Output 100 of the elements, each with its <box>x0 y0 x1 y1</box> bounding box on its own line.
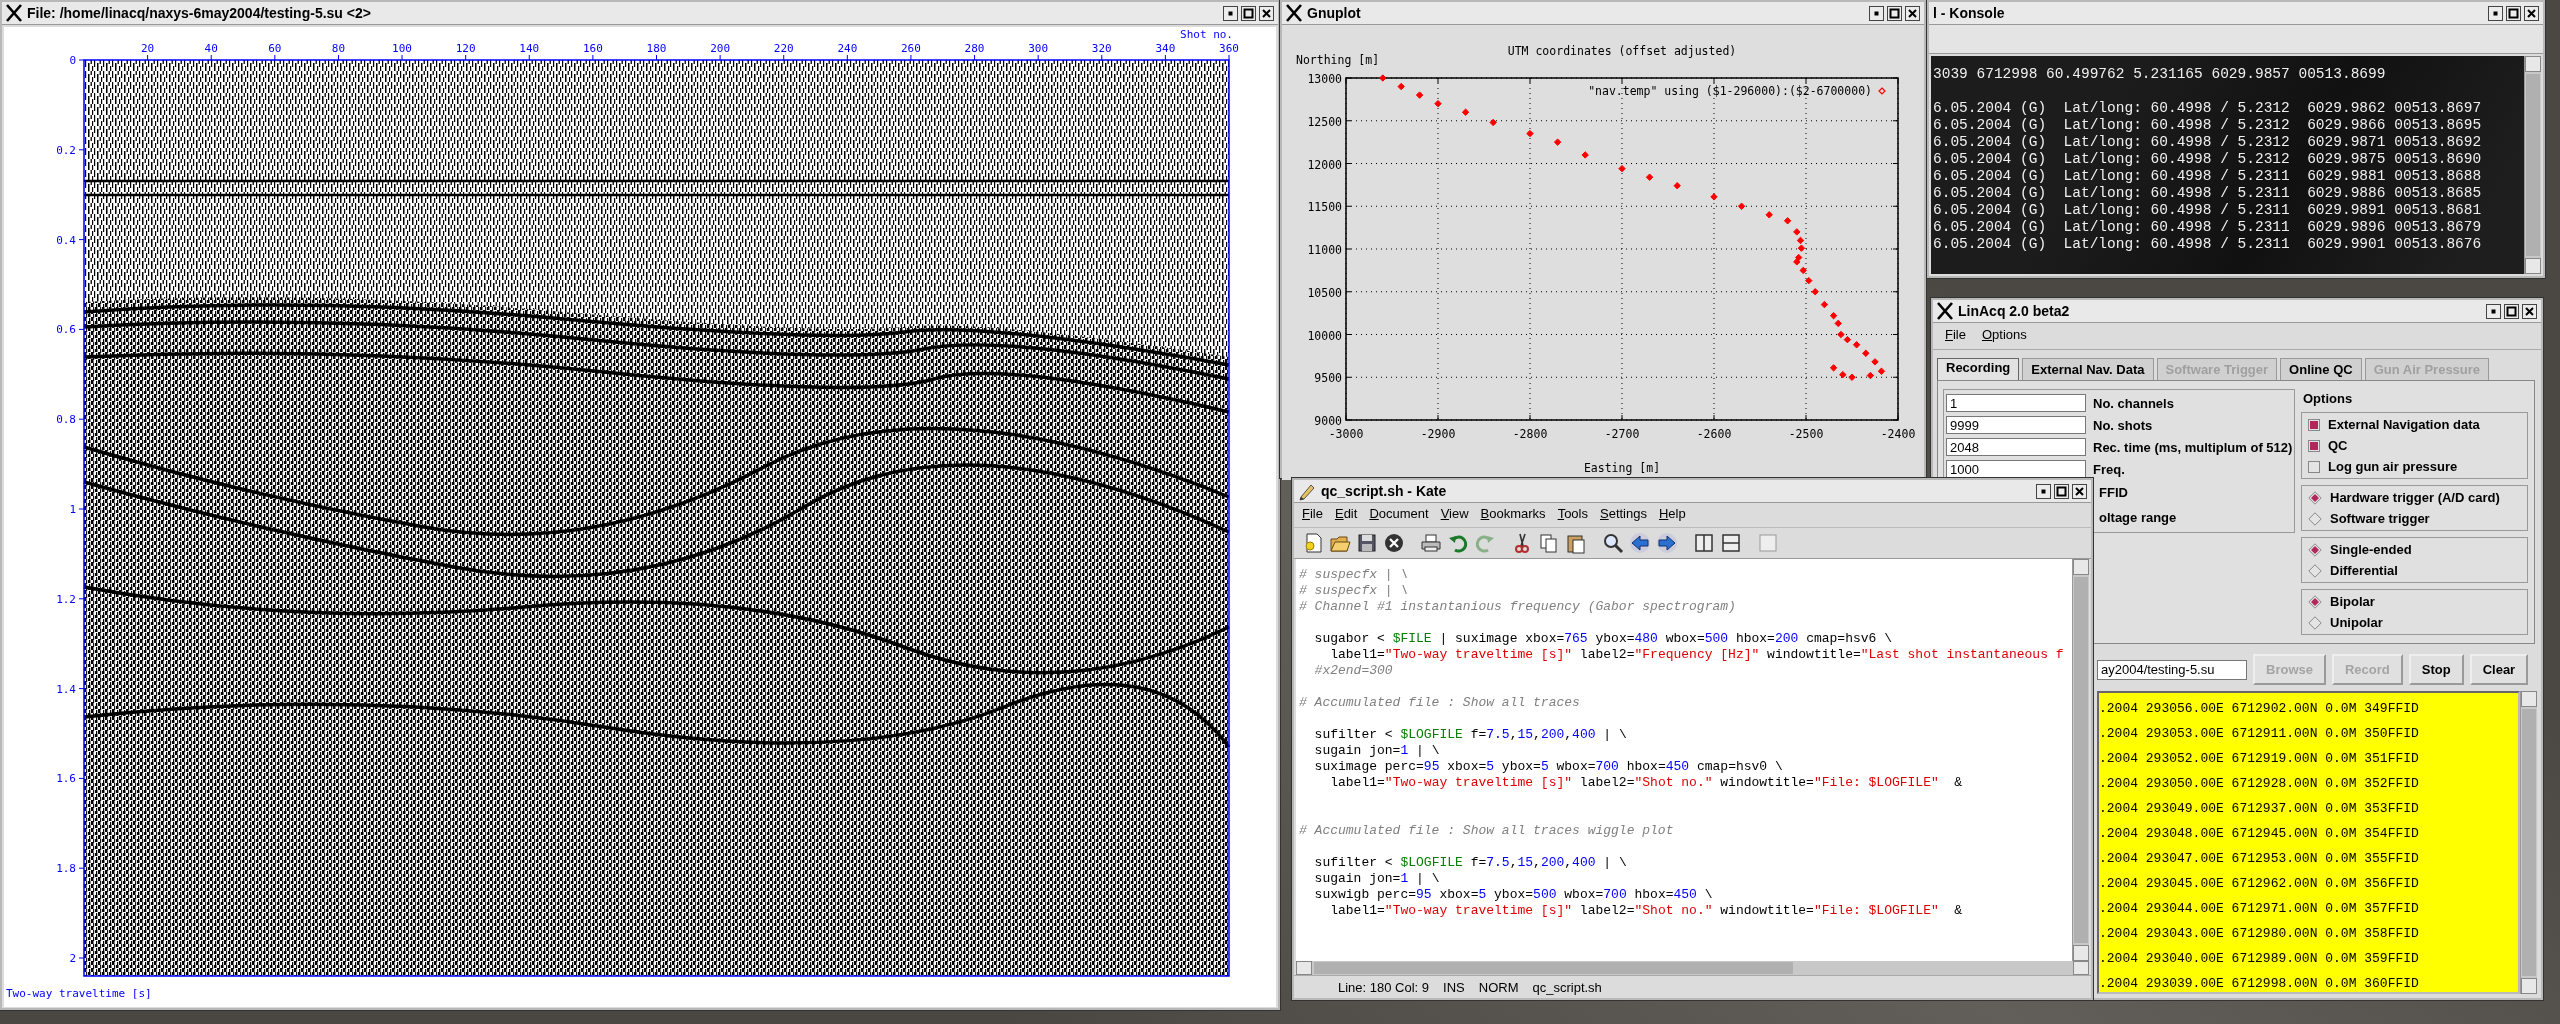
tick-label: 360 <box>1219 42 1239 55</box>
minimize-button[interactable] <box>2036 483 2051 499</box>
printer-icon[interactable] <box>1420 532 1442 554</box>
radio-button[interactable] <box>2308 490 2322 505</box>
close-button[interactable] <box>2522 303 2537 319</box>
minimize-button[interactable] <box>2488 5 2503 21</box>
maximize-button[interactable] <box>2054 483 2069 499</box>
tick-label: 0.8 <box>56 413 76 427</box>
search-icon[interactable] <box>1602 532 1624 554</box>
data-point <box>1710 193 1718 201</box>
scrollbar[interactable] <box>2072 559 2089 961</box>
tick-label: 2 <box>69 952 76 965</box>
text-field[interactable]: 1 <box>1946 394 2086 412</box>
window-title: l - Konsole <box>1933 5 2006 21</box>
tab[interactable]: External Nav. Data <box>2022 358 2154 380</box>
scrollbar[interactable] <box>2520 691 2537 994</box>
axis-title: Two-way traveltime [s] <box>6 987 152 1000</box>
close-button[interactable] <box>2072 483 2087 499</box>
radio-button[interactable] <box>2308 542 2322 557</box>
group-title: Options <box>2302 390 2354 406</box>
menu-item[interactable]: Document <box>1369 506 1429 524</box>
checkbox[interactable] <box>2308 460 2320 473</box>
close-icon[interactable] <box>1383 532 1405 554</box>
code-line: label1="Two-way traveltime [s]" label2="Frequency [Hz]" windowtitle="Last shot instantaneous f <box>1329 647 2065 663</box>
data-point <box>1796 236 1805 245</box>
minimize-button[interactable] <box>1223 5 1238 21</box>
checkbox[interactable] <box>2308 418 2320 431</box>
menu-item[interactable]: View <box>1440 506 1469 524</box>
menu-item[interactable]: File <box>1302 506 1323 524</box>
data-point <box>1397 82 1405 91</box>
close-button[interactable] <box>1905 5 1920 21</box>
minimize-button[interactable] <box>1869 5 1884 21</box>
text-field[interactable]: 1000 <box>1946 460 2086 478</box>
menu-item[interactable]: Settings <box>1600 506 1647 524</box>
chart-title: UTM coordinates (offset adjusted) <box>1507 44 1737 58</box>
menu-item[interactable]: Help <box>1658 506 1686 524</box>
copy-icon[interactable] <box>1538 532 1560 554</box>
tick-label: 1.4 <box>56 682 76 696</box>
text-field[interactable]: 2048 <box>1946 438 2086 456</box>
tick-label: 11500 <box>1307 200 1342 215</box>
legend-marker <box>1878 87 1886 95</box>
maximize-button[interactable] <box>1887 5 1902 21</box>
menu-item[interactable]: Edit <box>1334 506 1358 524</box>
push-button[interactable]: Clear <box>2469 654 2529 685</box>
horizontal-split-icon[interactable] <box>1720 532 1742 554</box>
radio-button[interactable] <box>2308 511 2322 526</box>
log-line: .2004 293044.00E 6712971.00N 0.0M 357FFID <box>2099 900 2420 918</box>
radio-button[interactable] <box>2308 594 2322 609</box>
data-point <box>1581 151 1589 159</box>
code-line: label1="Two-way traveltime [s]" label2="Shot no." windowtitle="File: $LOGFILE" & <box>1329 775 1964 791</box>
data-point <box>1820 300 1829 309</box>
tick-label: 9500 <box>1314 371 1342 386</box>
data-point <box>1783 217 1792 225</box>
tick-label: 9000 <box>1314 414 1342 428</box>
tick-label: 0.6 <box>56 323 76 337</box>
menu-item[interactable]: File <box>1945 327 1966 345</box>
log-line: .2004 293053.00E 6712911.00N 0.0M 350FFID <box>2099 725 2420 743</box>
axis-title: Easting [m] <box>1583 461 1661 475</box>
new-document-icon[interactable] <box>1302 532 1324 554</box>
code-line: label1="Two-way traveltime [s]" label2="Shot no." windowtitle="File: $LOGFILE" & <box>1329 903 1964 919</box>
x-logo-icon <box>6 4 22 22</box>
data-point <box>1794 253 1803 262</box>
maximize-button[interactable] <box>2506 5 2521 21</box>
window-title: LinAcq 2.0 beta2 <box>1958 303 2071 319</box>
scrollbar[interactable] <box>1296 961 2089 975</box>
tick-label: 60 <box>268 42 282 55</box>
left-arrow-icon[interactable] <box>1629 532 1651 554</box>
tick-label: -2900 <box>1420 427 1456 441</box>
radio-button[interactable] <box>2308 563 2322 578</box>
tick-label: 80 <box>331 42 346 55</box>
text-field[interactable]: 9999 <box>1946 416 2086 434</box>
status-text: INS <box>1443 979 1465 995</box>
tick-label: 1 <box>69 503 76 516</box>
close-button[interactable] <box>1259 5 1274 21</box>
data-point <box>1645 173 1654 181</box>
menu-item[interactable]: Bookmarks <box>1480 506 1546 524</box>
maximize-button[interactable] <box>2504 303 2519 319</box>
code-line: # Accumulated file : Show all traces <box>1299 695 1581 711</box>
data-point <box>1843 335 1852 344</box>
maximize-button[interactable] <box>1241 5 1256 21</box>
tick-label: 100 <box>392 42 412 55</box>
push-button[interactable]: Stop <box>2408 654 2464 685</box>
scrollbar[interactable] <box>2524 56 2541 274</box>
terminal-line: 6.05.2004 (G) Lat/long: 60.4998 / 5.2312 6029.9871 00513.8692 <box>1933 134 2483 151</box>
file-path-field[interactable]: ay2004/testing-5.su <box>2097 659 2247 680</box>
terminal-line: 3039 6712998 60.499762 5.231165 6029.9857 00513.8699 <box>1933 66 2387 83</box>
radio-button[interactable] <box>2308 615 2322 630</box>
data-point <box>1526 129 1534 138</box>
menu-item[interactable]: Options <box>1981 327 2027 345</box>
close-button[interactable] <box>2524 5 2539 21</box>
menu-item[interactable]: Tools <box>1557 506 1588 524</box>
vertical-split-icon[interactable] <box>1693 532 1715 554</box>
checkbox[interactable] <box>2308 439 2320 452</box>
minimize-button[interactable] <box>2486 303 2501 319</box>
right-arrow-icon[interactable] <box>1656 532 1678 554</box>
tab[interactable]: Recording <box>1937 358 2020 380</box>
clipboard-icon[interactable] <box>1565 532 1587 554</box>
terminal-line: 6.05.2004 (G) Lat/long: 60.4998 / 5.2312 6029.9862 00513.8697 <box>1933 100 2483 117</box>
tab[interactable]: Online QC <box>2280 358 2362 380</box>
field-label: Freq. <box>2093 461 2125 477</box>
